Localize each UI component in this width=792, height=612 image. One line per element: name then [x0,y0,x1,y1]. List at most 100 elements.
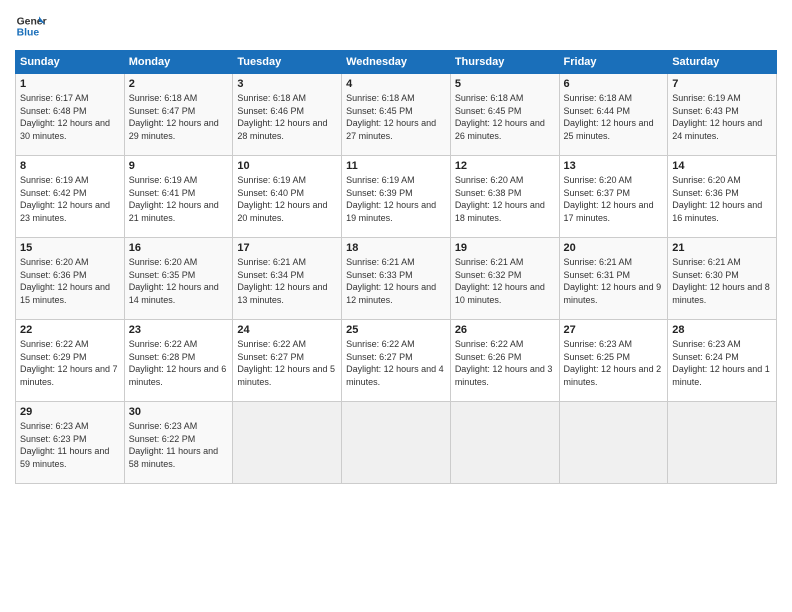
weekday-header-tuesday: Tuesday [233,51,342,74]
day-info: Sunrise: 6:23 AMSunset: 6:25 PMDaylight:… [564,339,662,387]
day-info: Sunrise: 6:22 AMSunset: 6:29 PMDaylight:… [20,339,118,387]
weekday-header-saturday: Saturday [668,51,777,74]
day-info: Sunrise: 6:22 AMSunset: 6:26 PMDaylight:… [455,339,553,387]
day-info: Sunrise: 6:23 AMSunset: 6:22 PMDaylight:… [129,421,218,469]
day-number: 6 [564,78,664,90]
day-info: Sunrise: 6:21 AMSunset: 6:31 PMDaylight:… [564,257,662,305]
weekday-header-row: SundayMondayTuesdayWednesdayThursdayFrid… [16,51,777,74]
day-number: 30 [129,406,229,418]
day-cell: 24 Sunrise: 6:22 AMSunset: 6:27 PMDaylig… [233,320,342,402]
week-row-5: 29 Sunrise: 6:23 AMSunset: 6:23 PMDaylig… [16,402,777,484]
day-cell: 21 Sunrise: 6:21 AMSunset: 6:30 PMDaylig… [668,238,777,320]
day-cell [233,402,342,484]
week-row-2: 8 Sunrise: 6:19 AMSunset: 6:42 PMDayligh… [16,156,777,238]
day-cell: 25 Sunrise: 6:22 AMSunset: 6:27 PMDaylig… [342,320,451,402]
day-info: Sunrise: 6:19 AMSunset: 6:39 PMDaylight:… [346,175,436,223]
day-info: Sunrise: 6:22 AMSunset: 6:28 PMDaylight:… [129,339,227,387]
day-number: 5 [455,78,555,90]
day-cell: 19 Sunrise: 6:21 AMSunset: 6:32 PMDaylig… [450,238,559,320]
day-info: Sunrise: 6:19 AMSunset: 6:42 PMDaylight:… [20,175,110,223]
day-number: 16 [129,242,229,254]
day-cell: 30 Sunrise: 6:23 AMSunset: 6:22 PMDaylig… [124,402,233,484]
day-cell: 1 Sunrise: 6:17 AMSunset: 6:48 PMDayligh… [16,74,125,156]
day-cell: 29 Sunrise: 6:23 AMSunset: 6:23 PMDaylig… [16,402,125,484]
day-number: 2 [129,78,229,90]
day-cell: 20 Sunrise: 6:21 AMSunset: 6:31 PMDaylig… [559,238,668,320]
day-cell: 10 Sunrise: 6:19 AMSunset: 6:40 PMDaylig… [233,156,342,238]
day-number: 24 [237,324,337,336]
day-cell: 18 Sunrise: 6:21 AMSunset: 6:33 PMDaylig… [342,238,451,320]
day-number: 28 [672,324,772,336]
day-cell: 4 Sunrise: 6:18 AMSunset: 6:45 PMDayligh… [342,74,451,156]
calendar-table: SundayMondayTuesdayWednesdayThursdayFrid… [15,50,777,484]
day-info: Sunrise: 6:21 AMSunset: 6:32 PMDaylight:… [455,257,545,305]
logo: General Blue [15,10,47,42]
day-number: 12 [455,160,555,172]
day-cell: 8 Sunrise: 6:19 AMSunset: 6:42 PMDayligh… [16,156,125,238]
day-number: 14 [672,160,772,172]
day-cell: 11 Sunrise: 6:19 AMSunset: 6:39 PMDaylig… [342,156,451,238]
day-info: Sunrise: 6:19 AMSunset: 6:41 PMDaylight:… [129,175,219,223]
day-cell [668,402,777,484]
day-info: Sunrise: 6:20 AMSunset: 6:37 PMDaylight:… [564,175,654,223]
day-info: Sunrise: 6:18 AMSunset: 6:45 PMDaylight:… [346,93,436,141]
day-number: 4 [346,78,446,90]
day-number: 3 [237,78,337,90]
day-cell: 26 Sunrise: 6:22 AMSunset: 6:26 PMDaylig… [450,320,559,402]
day-info: Sunrise: 6:17 AMSunset: 6:48 PMDaylight:… [20,93,110,141]
weekday-header-friday: Friday [559,51,668,74]
day-info: Sunrise: 6:21 AMSunset: 6:34 PMDaylight:… [237,257,327,305]
day-number: 7 [672,78,772,90]
header: General Blue [15,10,777,42]
day-number: 13 [564,160,664,172]
day-info: Sunrise: 6:22 AMSunset: 6:27 PMDaylight:… [237,339,335,387]
day-cell: 6 Sunrise: 6:18 AMSunset: 6:44 PMDayligh… [559,74,668,156]
day-cell: 5 Sunrise: 6:18 AMSunset: 6:45 PMDayligh… [450,74,559,156]
day-number: 11 [346,160,446,172]
day-cell: 27 Sunrise: 6:23 AMSunset: 6:25 PMDaylig… [559,320,668,402]
day-info: Sunrise: 6:21 AMSunset: 6:33 PMDaylight:… [346,257,436,305]
day-info: Sunrise: 6:20 AMSunset: 6:38 PMDaylight:… [455,175,545,223]
day-number: 15 [20,242,120,254]
day-number: 27 [564,324,664,336]
day-cell: 15 Sunrise: 6:20 AMSunset: 6:36 PMDaylig… [16,238,125,320]
day-cell [559,402,668,484]
day-cell: 16 Sunrise: 6:20 AMSunset: 6:35 PMDaylig… [124,238,233,320]
day-info: Sunrise: 6:21 AMSunset: 6:30 PMDaylight:… [672,257,770,305]
weekday-header-thursday: Thursday [450,51,559,74]
logo-icon: General Blue [15,10,47,42]
day-info: Sunrise: 6:20 AMSunset: 6:36 PMDaylight:… [672,175,762,223]
day-cell: 28 Sunrise: 6:23 AMSunset: 6:24 PMDaylig… [668,320,777,402]
day-number: 9 [129,160,229,172]
day-info: Sunrise: 6:22 AMSunset: 6:27 PMDaylight:… [346,339,444,387]
day-cell: 9 Sunrise: 6:19 AMSunset: 6:41 PMDayligh… [124,156,233,238]
day-number: 18 [346,242,446,254]
day-number: 10 [237,160,337,172]
week-row-1: 1 Sunrise: 6:17 AMSunset: 6:48 PMDayligh… [16,74,777,156]
weekday-header-sunday: Sunday [16,51,125,74]
day-number: 22 [20,324,120,336]
day-number: 1 [20,78,120,90]
day-info: Sunrise: 6:19 AMSunset: 6:43 PMDaylight:… [672,93,762,141]
week-row-4: 22 Sunrise: 6:22 AMSunset: 6:29 PMDaylig… [16,320,777,402]
weekday-header-wednesday: Wednesday [342,51,451,74]
day-cell: 14 Sunrise: 6:20 AMSunset: 6:36 PMDaylig… [668,156,777,238]
day-info: Sunrise: 6:20 AMSunset: 6:36 PMDaylight:… [20,257,110,305]
page: General Blue SundayMondayTuesdayWednesda… [0,0,792,612]
day-number: 25 [346,324,446,336]
day-number: 26 [455,324,555,336]
day-cell: 7 Sunrise: 6:19 AMSunset: 6:43 PMDayligh… [668,74,777,156]
day-cell [450,402,559,484]
day-info: Sunrise: 6:23 AMSunset: 6:23 PMDaylight:… [20,421,109,469]
day-cell: 22 Sunrise: 6:22 AMSunset: 6:29 PMDaylig… [16,320,125,402]
day-number: 29 [20,406,120,418]
day-info: Sunrise: 6:18 AMSunset: 6:45 PMDaylight:… [455,93,545,141]
day-info: Sunrise: 6:18 AMSunset: 6:44 PMDaylight:… [564,93,654,141]
day-cell [342,402,451,484]
day-number: 20 [564,242,664,254]
day-cell: 12 Sunrise: 6:20 AMSunset: 6:38 PMDaylig… [450,156,559,238]
day-info: Sunrise: 6:20 AMSunset: 6:35 PMDaylight:… [129,257,219,305]
day-info: Sunrise: 6:23 AMSunset: 6:24 PMDaylight:… [672,339,770,387]
svg-text:Blue: Blue [17,28,40,39]
day-info: Sunrise: 6:18 AMSunset: 6:46 PMDaylight:… [237,93,327,141]
